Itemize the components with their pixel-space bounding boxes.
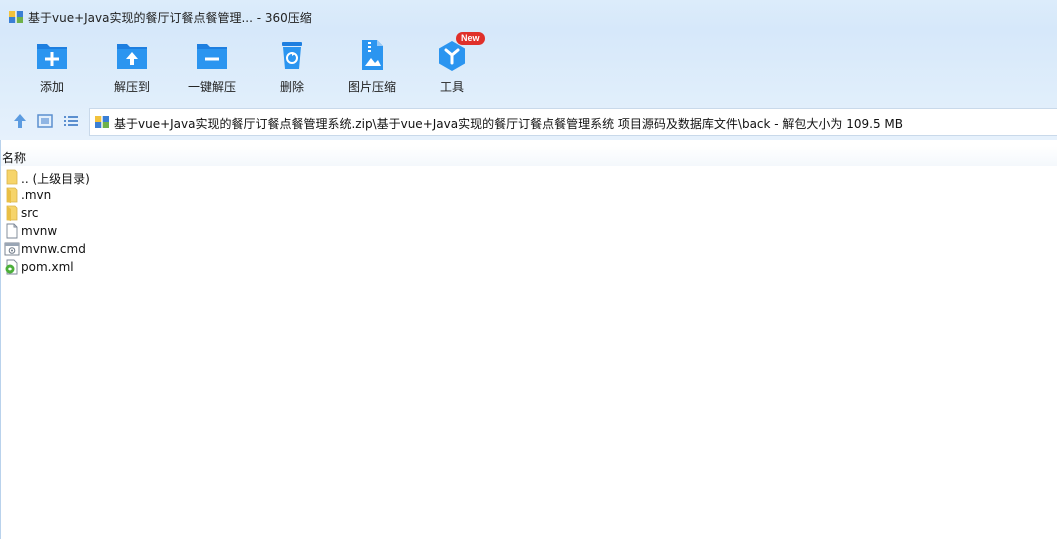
list-item-mvnw-cmd[interactable]: mvnw.cmd xyxy=(2,240,302,258)
thumbnail-view-icon[interactable] xyxy=(36,112,54,130)
address-path: 基于vue+Java实现的餐厅订餐点餐管理系统.zip\基于vue+Java实现… xyxy=(114,117,903,131)
navigation-bar: 基于vue+Java实现的餐厅订餐点餐管理系统.zip\基于vue+Java实现… xyxy=(0,106,1057,136)
extract-to-folder-icon xyxy=(114,38,150,72)
one-click-extract-button[interactable]: 一键解压 xyxy=(172,34,252,98)
extract-to-button[interactable]: 解压到 xyxy=(92,34,172,98)
file-name: mvnw.cmd xyxy=(21,242,86,256)
cmd-file-icon xyxy=(4,241,20,257)
list-view-icon[interactable] xyxy=(62,112,80,130)
file-name: .. (上级目录) xyxy=(21,172,90,186)
toolbar: 添加 解压到 一键解压 删除 图片压缩 New 工具 xyxy=(0,32,1057,98)
app-window: 基于vue+Java实现的餐厅订餐点餐管理... - 360压缩 添加 解压到 … xyxy=(0,0,1057,539)
delete-label: 删除 xyxy=(279,80,304,94)
list-item-pom-xml[interactable]: pom.xml xyxy=(2,258,302,276)
add-folder-icon xyxy=(34,38,70,72)
list-header: 名称 xyxy=(0,146,1057,166)
one-click-extract-icon xyxy=(194,38,230,72)
file-name: src xyxy=(21,206,39,220)
folder-icon xyxy=(4,205,20,221)
list-item-mvnw[interactable]: mvnw xyxy=(2,222,302,240)
address-bar[interactable]: 基于vue+Java实现的餐厅订餐点餐管理系统.zip\基于vue+Java实现… xyxy=(89,108,1057,136)
image-compress-button[interactable]: 图片压缩 xyxy=(332,34,412,98)
column-header-name[interactable]: 名称 xyxy=(2,149,26,166)
add-label: 添加 xyxy=(39,80,64,94)
one-click-extract-label: 一键解压 xyxy=(187,80,236,94)
title-bar: 基于vue+Java实现的餐厅订餐点餐管理... - 360压缩 xyxy=(0,0,1057,32)
parent-folder-icon xyxy=(4,169,20,185)
file-name: mvnw xyxy=(21,224,58,238)
image-compress-icon xyxy=(354,38,390,72)
extract-to-label: 解压到 xyxy=(113,80,150,94)
window-chrome: 基于vue+Java实现的餐厅订餐点餐管理... - 360压缩 添加 解压到 … xyxy=(0,0,1057,140)
list-item-mvn[interactable]: .mvn xyxy=(2,186,302,204)
file-name: .mvn xyxy=(21,188,52,202)
image-compress-label: 图片压缩 xyxy=(347,80,396,94)
list-item-src[interactable]: src xyxy=(2,204,302,222)
list-item-parent-dir[interactable]: .. (上级目录) xyxy=(2,168,302,186)
archive-icon xyxy=(94,114,110,130)
window-title: 基于vue+Java实现的餐厅订餐点餐管理... - 360压缩 xyxy=(28,11,312,25)
new-badge: New xyxy=(456,32,485,45)
add-button[interactable]: 添加 xyxy=(12,34,92,98)
up-arrow-icon[interactable] xyxy=(11,112,29,130)
tools-label: 工具 xyxy=(439,80,464,94)
tools-button[interactable]: New 工具 xyxy=(412,32,492,98)
window-left-border xyxy=(0,140,1,539)
delete-button[interactable]: 删除 xyxy=(252,34,332,98)
folder-icon xyxy=(4,187,20,203)
file-name: pom.xml xyxy=(21,260,74,274)
file-icon xyxy=(4,223,20,239)
archive-app-icon xyxy=(8,9,24,25)
recycle-bin-icon xyxy=(274,38,310,72)
xml-file-icon xyxy=(4,259,20,275)
